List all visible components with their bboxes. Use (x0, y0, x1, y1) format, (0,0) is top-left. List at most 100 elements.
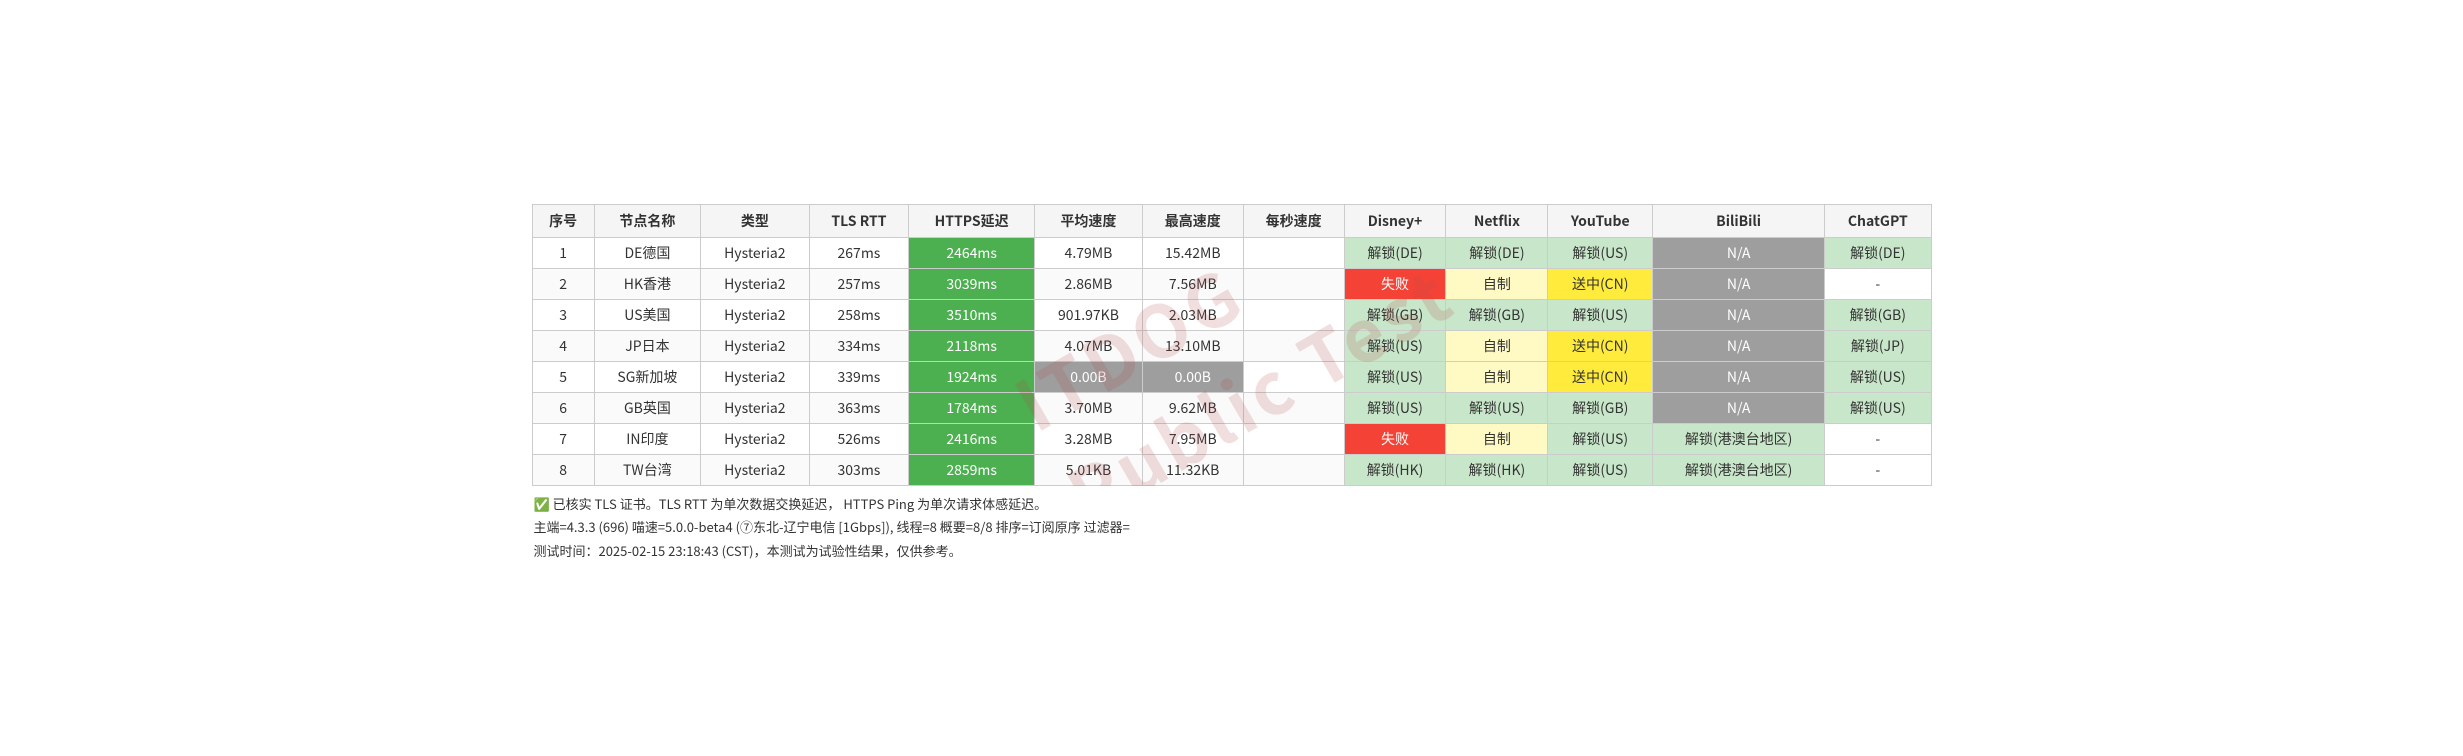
table-cell: 解锁(DE) (1344, 237, 1446, 268)
table-row: 1DE德国Hysteria2267ms2464ms4.79MB15.42MB解锁… (532, 237, 1931, 268)
table-cell: 2464ms (909, 237, 1035, 268)
table-cell: Hysteria2 (701, 392, 809, 423)
table-cell: Hysteria2 (701, 268, 809, 299)
table-cell: GB英国 (594, 392, 700, 423)
column-header: ChatGPT (1825, 204, 1931, 237)
table-cell: 解锁(US) (1344, 392, 1446, 423)
table-cell: 自制 (1446, 330, 1548, 361)
table-cell: 0.00B (1142, 361, 1243, 392)
table-cell: 解锁(DE) (1446, 237, 1548, 268)
table-cell: 2.86MB (1035, 268, 1143, 299)
table-cell: 2.03MB (1142, 299, 1243, 330)
main-container: ITDOGPublic Test 序号节点名称类型TLS RTTHTTPS延迟平… (532, 188, 1932, 568)
table-cell: 送中(CN) (1548, 330, 1653, 361)
table-wrapper: ITDOGPublic Test 序号节点名称类型TLS RTTHTTPS延迟平… (532, 204, 1932, 486)
table-cell: N/A (1653, 237, 1825, 268)
table-cell (1243, 237, 1344, 268)
table-cell: Hysteria2 (701, 423, 809, 454)
table-cell: 3 (532, 299, 594, 330)
column-header: 节点名称 (594, 204, 700, 237)
table-cell: N/A (1653, 299, 1825, 330)
column-header: 每秒速度 (1243, 204, 1344, 237)
table-cell: 自制 (1446, 361, 1548, 392)
table-cell: 解锁(港澳台地区) (1653, 454, 1825, 485)
table-cell (1243, 454, 1344, 485)
table-cell: 解锁(US) (1344, 330, 1446, 361)
column-header: Netflix (1446, 204, 1548, 237)
table-cell: N/A (1653, 361, 1825, 392)
table-cell: JP日本 (594, 330, 700, 361)
table-cell: 解锁(US) (1548, 423, 1653, 454)
table-cell: 1 (532, 237, 594, 268)
table-cell: 9.62MB (1142, 392, 1243, 423)
table-cell: 4.07MB (1035, 330, 1143, 361)
table-cell: 解锁(US) (1344, 361, 1446, 392)
table-cell: 339ms (809, 361, 909, 392)
table-cell: 3039ms (909, 268, 1035, 299)
table-cell: 解锁(US) (1548, 237, 1653, 268)
table-cell: 送中(CN) (1548, 268, 1653, 299)
table-cell (1243, 392, 1344, 423)
table-cell: 1924ms (909, 361, 1035, 392)
table-cell (1243, 268, 1344, 299)
table-cell: DE德国 (594, 237, 700, 268)
table-cell: 2416ms (909, 423, 1035, 454)
footer-line: ✅ 已核实 TLS 证书。TLS RTT 为单次数据交换延迟， HTTPS Pi… (534, 492, 1930, 515)
table-cell: 7 (532, 423, 594, 454)
table-cell: 5.01KB (1035, 454, 1143, 485)
table-cell: 解锁(JP) (1825, 330, 1931, 361)
column-header: 类型 (701, 204, 809, 237)
table-cell: 送中(CN) (1548, 361, 1653, 392)
table-row: 7IN印度Hysteria2526ms2416ms3.28MB7.95MB失败自… (532, 423, 1931, 454)
table-cell: 解锁(HK) (1446, 454, 1548, 485)
table-cell: 解锁(US) (1446, 392, 1548, 423)
column-header: Disney+ (1344, 204, 1446, 237)
column-header: TLS RTT (809, 204, 909, 237)
table-cell: 解锁(US) (1548, 454, 1653, 485)
table-row: 3US美国Hysteria2258ms3510ms901.97KB2.03MB解… (532, 299, 1931, 330)
table-cell: 526ms (809, 423, 909, 454)
table-cell: HK香港 (594, 268, 700, 299)
table-cell: 2 (532, 268, 594, 299)
table-cell (1243, 330, 1344, 361)
column-header: 平均速度 (1035, 204, 1143, 237)
footer-line: 主端=4.3.3 (696) 喵速=5.0.0-beta4 (⑦东北-辽宁电信 … (534, 515, 1930, 538)
table-cell: Hysteria2 (701, 330, 809, 361)
footer: ✅ 已核实 TLS 证书。TLS RTT 为单次数据交换延迟， HTTPS Pi… (532, 486, 1932, 568)
table-cell: - (1825, 454, 1931, 485)
table-cell: 7.56MB (1142, 268, 1243, 299)
table-body: 1DE德国Hysteria2267ms2464ms4.79MB15.42MB解锁… (532, 237, 1931, 485)
table-cell: N/A (1653, 268, 1825, 299)
table-cell: 3.70MB (1035, 392, 1143, 423)
table-cell: 自制 (1446, 268, 1548, 299)
table-row: 5SG新加坡Hysteria2339ms1924ms0.00B0.00B解锁(U… (532, 361, 1931, 392)
column-header: HTTPS延迟 (909, 204, 1035, 237)
table-cell: 解锁(GB) (1825, 299, 1931, 330)
table-cell: - (1825, 423, 1931, 454)
table-cell: Hysteria2 (701, 361, 809, 392)
table-row: 6GB英国Hysteria2363ms1784ms3.70MB9.62MB解锁(… (532, 392, 1931, 423)
table-cell: Hysteria2 (701, 454, 809, 485)
table-cell: 失败 (1344, 268, 1446, 299)
table-cell: 自制 (1446, 423, 1548, 454)
table-cell: US美国 (594, 299, 700, 330)
column-header: YouTube (1548, 204, 1653, 237)
table-cell: 解锁(US) (1825, 392, 1931, 423)
page-title (532, 188, 1932, 204)
table-cell: 解锁(GB) (1344, 299, 1446, 330)
table-cell: TW台湾 (594, 454, 700, 485)
table-cell (1243, 361, 1344, 392)
table-cell: 5 (532, 361, 594, 392)
table-cell: 4 (532, 330, 594, 361)
table-cell: 303ms (809, 454, 909, 485)
results-table: 序号节点名称类型TLS RTTHTTPS延迟平均速度最高速度每秒速度Disney… (532, 204, 1932, 486)
table-cell: 失败 (1344, 423, 1446, 454)
column-header: 序号 (532, 204, 594, 237)
table-cell: 4.79MB (1035, 237, 1143, 268)
table-cell: N/A (1653, 330, 1825, 361)
table-row: 4JP日本Hysteria2334ms2118ms4.07MB13.10MB解锁… (532, 330, 1931, 361)
table-cell (1243, 299, 1344, 330)
table-cell (1243, 423, 1344, 454)
table-cell: 解锁(US) (1548, 299, 1653, 330)
table-cell: 2118ms (909, 330, 1035, 361)
